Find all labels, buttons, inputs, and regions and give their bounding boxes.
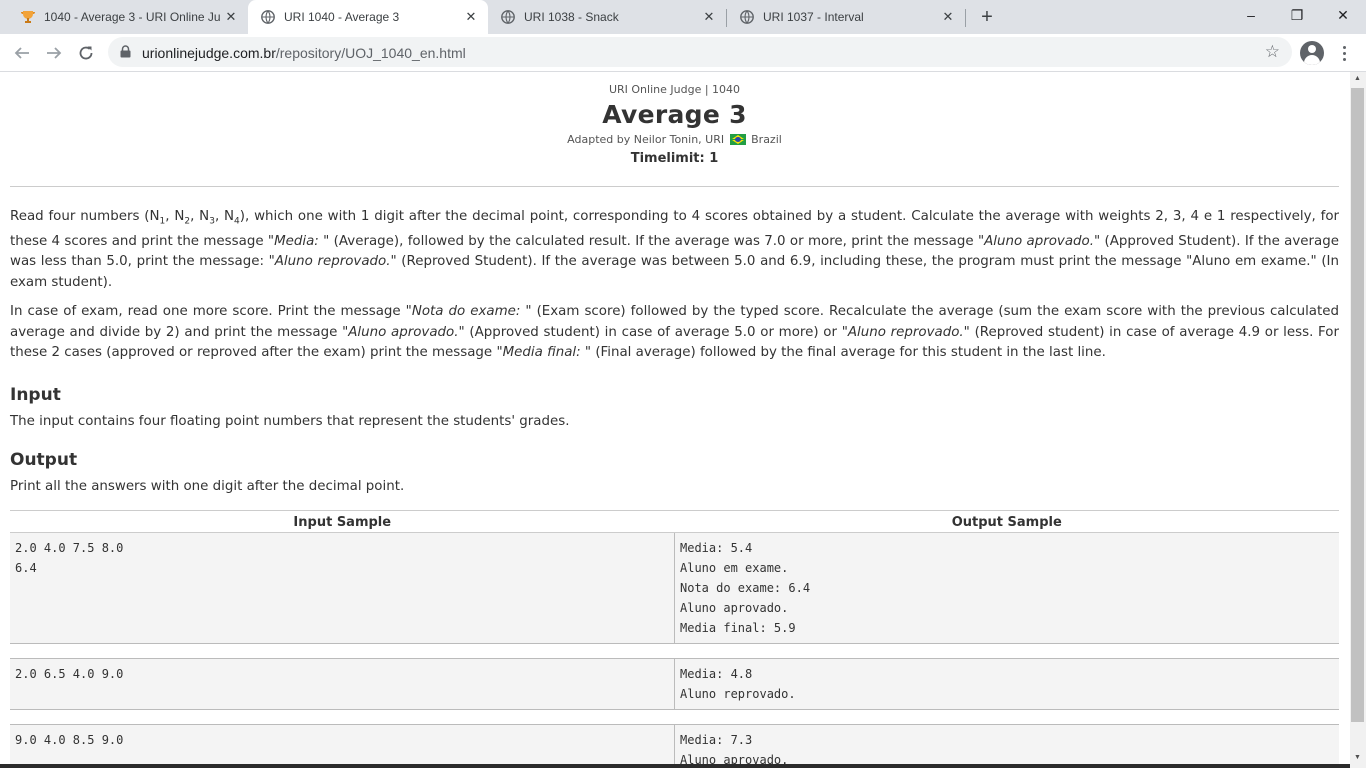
page-viewport: URI Online Judge | 1040 Average 3 Adapte… [0,72,1350,768]
table-row: 2.0 6.5 4.0 9.0 Media: 4.8 Aluno reprova… [10,658,1339,710]
profile-avatar[interactable] [1300,41,1324,65]
sample-output: Media: 5.4 Aluno em exame. Nota do exame… [674,532,1339,644]
close-window-button[interactable]: ✕ [1320,0,1366,30]
output-heading: Output [10,449,78,470]
tab-uri-1037-interval[interactable]: URI 1037 - Interval ✕ [727,0,965,34]
tab-divider [965,9,966,27]
arrow-left-icon [14,47,29,59]
arrow-right-icon [47,47,62,59]
url-host: urionlinejudge.com.br [142,45,276,61]
input-heading: Input [10,384,61,405]
forward-button[interactable] [42,41,66,65]
taskbar-edge [0,764,1350,768]
restore-button[interactable]: ❐ [1274,0,1320,30]
minimize-button[interactable]: – [1228,0,1274,30]
problem-description: Read four numbers (N1, N2, N3, N4), whic… [10,207,1339,364]
tab-title: URI 1038 - Snack [524,10,619,24]
url-text: urionlinejudge.com.br/repository/UOJ_104… [142,45,466,61]
adapted-by: Adapted by Neilor Tonin, URI Brazil [10,133,1339,146]
browser-toolbar: urionlinejudge.com.br/repository/UOJ_104… [0,34,1366,72]
tab-uri-1040-average-3[interactable]: URI 1040 - Average 3 ✕ [248,0,488,34]
page-scrollbar[interactable]: ▲ ▼ [1350,72,1366,768]
sample-input: 2.0 4.0 7.5 8.0 6.4 [10,532,675,644]
tab-title: 1040 - Average 3 - URI Online Ju [44,10,221,24]
avatar-head [1308,45,1316,53]
problem-header: URI Online Judge | 1040 Average 3 Adapte… [10,72,1339,166]
brazil-flag-icon [729,134,746,145]
timelimit: Timelimit: 1 [630,151,719,166]
adapted-by-text: Adapted by Neilor Tonin, URI [567,133,725,146]
problem-page: URI Online Judge | 1040 Average 3 Adapte… [0,72,1350,768]
sample-input: 9.0 4.0 8.5 9.0 [10,724,675,768]
country-label: Brazil [751,133,782,146]
scroll-down-icon[interactable]: ▼ [1354,754,1361,761]
globe-icon [260,9,276,25]
close-icon[interactable]: ✕ [462,8,480,26]
tab-title: URI 1040 - Average 3 [284,10,400,24]
close-icon[interactable]: ✕ [222,8,240,26]
close-icon[interactable]: ✕ [939,8,957,26]
close-icon[interactable]: ✕ [700,8,718,26]
bookmark-star-icon[interactable]: ☆ [1265,42,1280,62]
table-row: 9.0 4.0 8.5 9.0 Media: 7.3 Aluno aprovad… [10,724,1339,768]
minimize-icon: – [1247,7,1255,23]
reload-icon [79,46,93,60]
table-spacer [10,709,1339,725]
header-divider [10,186,1339,187]
samples-table: Input Sample Output Sample 2.0 4.0 7.5 8… [10,509,1339,768]
table-spacer [10,643,1339,659]
tab-strip: 1040 - Average 3 - URI Online Ju ✕ URI 1… [0,0,1366,34]
globe-icon [739,9,755,25]
tab-1040-average-3[interactable]: 1040 - Average 3 - URI Online Ju ✕ [8,0,248,34]
reload-button[interactable] [74,41,98,65]
lock-icon[interactable] [120,45,131,63]
avatar-body [1304,55,1320,65]
judge-label: URI Online Judge | 1040 [608,83,741,96]
input-sample-header: Input Sample [10,509,675,533]
url-path: /repository/UOJ_1040_en.html [275,45,466,61]
sample-input: 2.0 6.5 4.0 9.0 [10,658,675,710]
sample-output: Media: 4.8 Aluno reprovado. [674,658,1339,710]
output-sample-header: Output Sample [674,509,1339,533]
input-text: The input contains four floating point n… [10,413,570,429]
scrollbar-thumb[interactable] [1351,88,1364,722]
description-paragraph: Read four numbers (N1, N2, N3, N4), whic… [10,209,1340,290]
table-row: 2.0 4.0 7.5 8.0 6.4 Media: 5.4 Aluno em … [10,532,1339,644]
tab-title: URI 1037 - Interval [763,10,864,24]
new-tab-button[interactable]: + [976,6,998,28]
back-button[interactable] [10,41,34,65]
tab-uri-1038-snack[interactable]: URI 1038 - Snack ✕ [488,0,726,34]
description-paragraph: In case of exam, read one more score. Pr… [10,304,1339,361]
output-text: Print all the answers with one digit aft… [10,478,405,494]
globe-icon [500,9,516,25]
scroll-up-icon[interactable]: ▲ [1354,75,1361,82]
restore-icon: ❐ [1290,6,1304,23]
trophy-icon [20,9,36,25]
address-bar[interactable]: urionlinejudge.com.br/repository/UOJ_104… [108,37,1292,67]
close-icon: ✕ [1337,6,1349,23]
browser-menu-icon[interactable] [1334,41,1354,65]
page-title: Average 3 [602,100,747,129]
sample-output: Media: 7.3 Aluno aprovado. [674,724,1339,768]
